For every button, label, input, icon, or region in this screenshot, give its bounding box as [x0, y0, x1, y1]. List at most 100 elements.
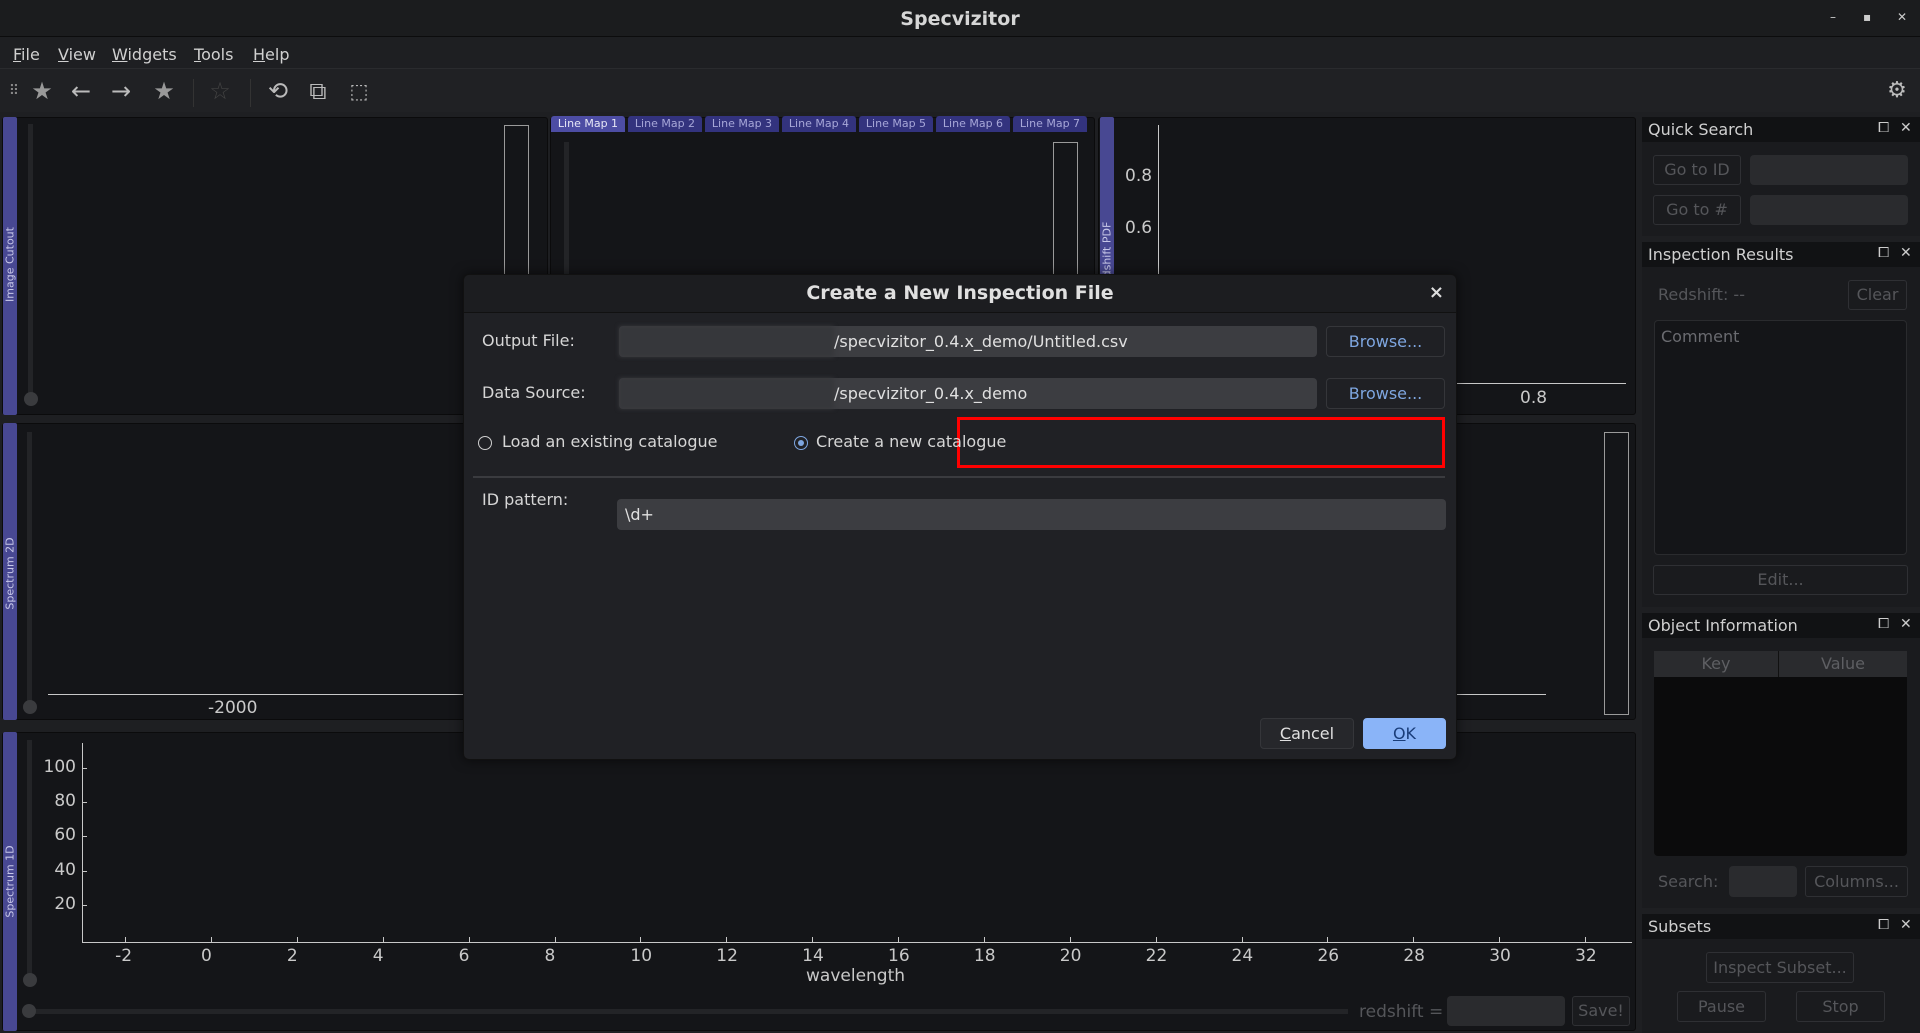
x-tick-mark [1155, 937, 1157, 942]
x-tick-mark [1413, 937, 1415, 942]
create-inspection-file-dialog: Create a New Inspection File × Output Fi… [463, 274, 1457, 760]
grip-icon[interactable]: ⠿ [0, 77, 28, 105]
spectrum-1d-hslider-handle[interactable] [22, 1004, 36, 1018]
save-button[interactable]: Save! [1572, 996, 1630, 1026]
ok-button[interactable]: OK [1363, 718, 1446, 749]
search-input[interactable] [1729, 866, 1797, 897]
x-tick-label: -2 [115, 946, 133, 966]
star-icon[interactable]: ☆ [206, 77, 234, 105]
star-forward-icon[interactable]: ★ [150, 77, 178, 105]
spectrum-1d-vslider-handle[interactable] [23, 973, 37, 987]
output-browse-button[interactable]: Browse... [1326, 326, 1445, 357]
back-arrow-icon[interactable]: ← [67, 77, 95, 105]
image-cutout-slider-handle[interactable] [24, 392, 38, 406]
x-tick-label: 10 [630, 946, 653, 966]
data-source-browse-button[interactable]: Browse... [1326, 378, 1445, 409]
x-tick-mark [812, 937, 814, 942]
radio-load-existing[interactable] [478, 436, 492, 450]
clear-button[interactable]: Clear [1848, 280, 1907, 310]
y-tick-mark [82, 802, 87, 803]
x-tick-label: 28 [1403, 946, 1425, 966]
subsets-title: Subsets [1648, 917, 1712, 936]
spectrum-1d-xlabel: wavelength [806, 966, 906, 986]
x-tick-mark [554, 937, 556, 942]
object-information-header: Object Information ⧠ ✕ [1642, 613, 1920, 638]
close-icon[interactable]: ✕ [1900, 616, 1912, 632]
cancel-button[interactable]: Cancel [1260, 718, 1354, 749]
close-icon[interactable]: ✕ [1900, 245, 1912, 261]
spectrum-2d-slider-handle[interactable] [23, 700, 37, 714]
x-tick-mark [1241, 937, 1243, 942]
columns-button[interactable]: Columns... [1805, 866, 1908, 897]
forward-arrow-icon[interactable]: → [107, 77, 135, 105]
tab-line-map-3[interactable]: Line Map 3 [705, 116, 779, 132]
stop-button[interactable]: Stop [1796, 991, 1885, 1022]
id-pattern-input[interactable]: \d+ [617, 499, 1446, 530]
dialog-close-button[interactable]: × [1429, 282, 1444, 303]
float-icon[interactable]: ⧠ [1878, 120, 1889, 136]
y-tick-label: 60 [54, 825, 76, 846]
menu-tools[interactable]: Tools [194, 45, 233, 64]
dialog-header: Create a New Inspection File × [464, 275, 1456, 313]
x-tick-mark [1499, 937, 1501, 942]
x-tick-mark [296, 937, 298, 942]
go-to-number-input[interactable] [1750, 195, 1908, 225]
search-label: Search: [1658, 872, 1719, 891]
zoom-reset-icon[interactable]: ⟲ [264, 77, 292, 105]
image-cutout-slider[interactable] [28, 124, 33, 399]
edit-button[interactable]: Edit... [1653, 565, 1908, 595]
spectrum-2d-label: Spectrum 2D [3, 537, 17, 610]
radio-load-existing-label[interactable]: Load an existing catalogue [502, 432, 717, 451]
column-header-key[interactable]: Key [1654, 651, 1779, 677]
menu-bar: File View Widgets Tools Help [0, 37, 1920, 68]
data-source-input[interactable]: /specvizitor_0.4.x_demo [619, 378, 1317, 409]
star-back-icon[interactable]: ★ [28, 77, 56, 105]
radio-create-new-label[interactable]: Create a new catalogue [816, 432, 1006, 451]
tab-line-map-2[interactable]: Line Map 2 [628, 116, 702, 132]
tab-line-map-6[interactable]: Line Map 6 [936, 116, 1010, 132]
reset-view-icon[interactable]: ⧉ [304, 77, 332, 105]
x-tick-mark [125, 937, 127, 942]
comment-textarea[interactable]: Comment [1654, 320, 1907, 555]
close-window-button[interactable]: ✕ [1897, 10, 1907, 24]
minimize-button[interactable]: – [1830, 10, 1836, 24]
go-to-number-button[interactable]: Go to # [1653, 195, 1741, 225]
redshift-input[interactable] [1447, 996, 1565, 1026]
tab-line-map-7[interactable]: Line Map 7 [1013, 116, 1087, 132]
menu-widgets[interactable]: Widgets [112, 45, 177, 64]
radio-create-new[interactable] [794, 436, 808, 450]
x-tick-label: 16 [888, 946, 910, 966]
go-to-id-button[interactable]: Go to ID [1653, 155, 1741, 185]
x-tick-mark [640, 937, 642, 942]
x-tick-label: 6 [458, 946, 470, 966]
tab-line-map-1[interactable]: Line Map 1 [551, 116, 625, 132]
spectrum-1d-vertical-slider[interactable] [27, 740, 32, 980]
close-icon[interactable]: ✕ [1900, 120, 1912, 136]
screenshot-icon[interactable]: ⬚ [345, 77, 373, 105]
inspection-results-header: Inspection Results ⧠ ✕ [1642, 242, 1920, 267]
tab-line-map-5[interactable]: Line Map 5 [859, 116, 933, 132]
float-icon[interactable]: ⧠ [1878, 616, 1889, 632]
go-to-id-input[interactable] [1750, 155, 1908, 185]
output-file-input[interactable]: /specvizitor_0.4.x_demo/Untitled.csv [619, 326, 1317, 357]
close-icon[interactable]: ✕ [1900, 917, 1912, 933]
menu-file[interactable]: File [13, 45, 40, 64]
y-tick-label: 40 [54, 859, 76, 880]
float-icon[interactable]: ⧠ [1878, 245, 1889, 261]
column-header-value[interactable]: Value [1779, 651, 1907, 677]
maximize-button[interactable]: ▪ [1863, 10, 1871, 24]
settings-icon[interactable]: ⚙ [1883, 77, 1911, 105]
pause-button[interactable]: Pause [1677, 991, 1766, 1022]
x-tick-label: 26 [1317, 946, 1340, 966]
spectrum-2d-slider[interactable] [27, 432, 32, 702]
spectrum-1d-horizontal-slider[interactable] [28, 1009, 1348, 1014]
float-icon[interactable]: ⧠ [1878, 917, 1889, 933]
image-cutout-label: Image Cutout [3, 227, 17, 302]
tab-line-map-4[interactable]: Line Map 4 [782, 116, 856, 132]
y-tick-mark [82, 836, 87, 838]
x-tick-mark [211, 937, 212, 942]
menu-view[interactable]: View [58, 45, 96, 64]
menu-help[interactable]: Help [253, 45, 289, 64]
x-tick-label: 8 [544, 946, 556, 966]
inspect-subset-button[interactable]: Inspect Subset... [1706, 952, 1854, 983]
